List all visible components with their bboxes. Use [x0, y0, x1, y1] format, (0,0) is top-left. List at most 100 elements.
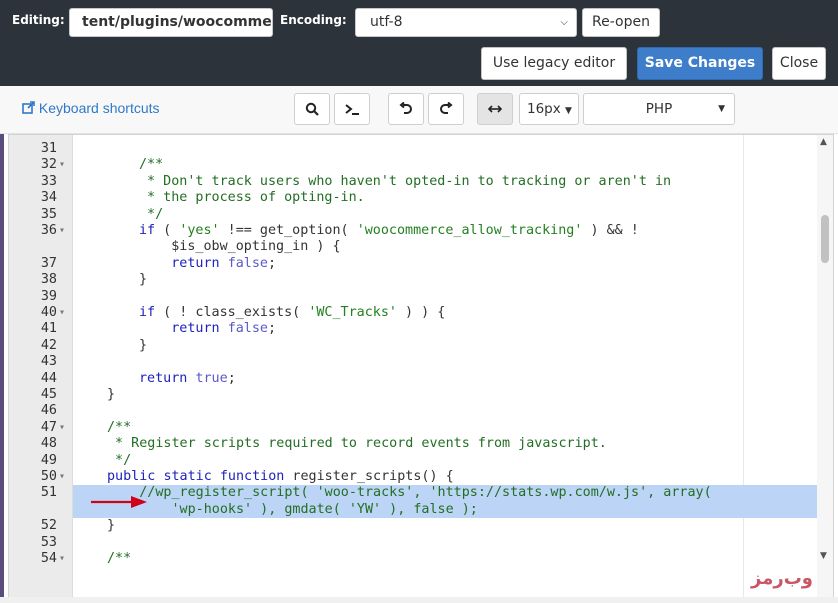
watermark-text: وب‌رمز	[751, 568, 813, 589]
bottom-strip	[0, 597, 838, 603]
reopen-button[interactable]: Re-open	[582, 8, 660, 37]
code-text: }	[107, 518, 116, 534]
line-number: 44	[40, 370, 57, 386]
code-line[interactable]: 35 */	[9, 207, 819, 223]
code-line[interactable]: 37 return false;	[9, 256, 819, 272]
code-line[interactable]: 48 * Register scripts required to record…	[9, 436, 819, 452]
code-line[interactable]: 36 ▾ if ( 'yes' !== get_option( 'woocommer…	[9, 223, 819, 239]
line-number: 32	[40, 157, 57, 173]
code-text: }	[139, 337, 148, 353]
code-line[interactable]: 41 return false;	[9, 321, 819, 337]
chevron-down-icon: ⌵	[560, 17, 568, 28]
code-line[interactable]: 'wp-hooks' ), gmdate( 'YW' ), false );	[73, 501, 819, 519]
search-icon	[305, 102, 319, 116]
code-line[interactable]: 54 ▾ /**	[9, 551, 819, 567]
code-line[interactable]: 38}	[9, 272, 819, 288]
code-text: if ( 'yes' !== get_option( 'woocommerce_…	[139, 223, 639, 238]
code-line[interactable]: 46	[9, 403, 819, 419]
line-number: 40	[40, 305, 57, 320]
legacy-editor-button[interactable]: Use legacy editor	[481, 47, 627, 80]
line-number: 54	[40, 551, 57, 566]
chevron-down-icon: ▼	[565, 106, 572, 116]
fold-toggle-icon[interactable]: ▾	[59, 420, 65, 436]
fold-toggle-icon[interactable]: ▾	[59, 469, 65, 485]
fold-toggle-icon[interactable]: ▾	[59, 305, 65, 321]
encoding-value: utf-8	[370, 14, 403, 30]
line-number: 49	[40, 452, 57, 468]
code-line[interactable]: 32 ▾ /**	[9, 157, 819, 173]
line-number: 52	[40, 518, 57, 534]
encoding-label: Encoding:	[280, 13, 347, 27]
code-text: public static function register_scripts(…	[107, 469, 454, 484]
language-value: PHP	[645, 101, 673, 117]
code-line[interactable]: 31	[9, 141, 819, 157]
editing-label: Editing:	[12, 13, 65, 27]
external-link-icon	[22, 101, 35, 114]
line-number: 34	[40, 190, 57, 206]
fold-toggle-icon[interactable]: ▾	[59, 551, 65, 567]
code-text: $is_obw_opting_in ) {	[139, 239, 341, 255]
undo-icon	[399, 101, 412, 114]
code-text: 'wp-hooks' ), gmdate( 'YW' ), false );	[107, 501, 478, 517]
keyboard-shortcuts-label: Keyboard shortcuts	[38, 100, 160, 116]
code-line[interactable]: 50 ▾ public static function register_scrip…	[9, 469, 819, 485]
chevron-down-icon: ▼	[718, 104, 725, 114]
code-line[interactable]: 52}	[9, 518, 819, 534]
font-size-value: 16px	[527, 101, 561, 117]
code-editor[interactable]: 31 32 ▾/** 33 * Don't track users who haven…	[8, 134, 834, 598]
code-line[interactable]: 45}	[9, 387, 819, 403]
line-number: 38	[40, 272, 57, 288]
editor-toolbar: Keyboard shortcuts 16px ▼ PHP ▼	[0, 86, 838, 134]
code-text: return false;	[171, 255, 277, 271]
code-text: * the process of opting-in.	[139, 190, 365, 206]
line-number: 35	[40, 206, 57, 222]
undo-button[interactable]	[388, 93, 424, 125]
scroll-up-icon[interactable]: ▲	[820, 137, 827, 147]
line-number: 45	[40, 387, 57, 402]
file-path-field[interactable]: tent/plugins/woocomme	[69, 8, 273, 37]
fold-toggle-icon[interactable]: ▾	[59, 223, 65, 239]
line-number: 41	[40, 321, 57, 337]
code-line[interactable]: 42}	[9, 338, 819, 354]
code-text: }	[107, 387, 116, 402]
code-line[interactable]: 33 * Don't track users who haven't opted…	[9, 174, 819, 190]
line-number: 33	[40, 173, 57, 189]
code-line[interactable]: 39	[9, 289, 819, 305]
scrollbar-thumb[interactable]	[821, 215, 829, 263]
close-button[interactable]: Close	[772, 47, 826, 80]
search-button[interactable]	[294, 93, 330, 125]
scroll-down-icon[interactable]: ▼	[820, 551, 827, 561]
vertical-scrollbar[interactable]: ▲ ▼	[817, 135, 833, 597]
code-line[interactable]: 43	[9, 354, 819, 370]
code-text: }	[139, 272, 148, 288]
line-number: 42	[40, 337, 57, 353]
watermark: وب‌رمز	[751, 568, 813, 589]
code-line[interactable]: 47 ▾ /**	[9, 420, 819, 436]
code-text: */	[107, 452, 132, 468]
code-line[interactable]: 53	[9, 535, 819, 551]
goto-line-button[interactable]	[334, 93, 370, 125]
code-line[interactable]: 34 * the process of opting-in.	[9, 190, 819, 206]
line-number: 53	[40, 534, 57, 550]
save-changes-button[interactable]: Save Changes	[637, 47, 763, 80]
redo-button[interactable]	[428, 93, 464, 125]
language-select[interactable]: PHP ▼	[583, 93, 735, 125]
line-number: 50	[40, 469, 57, 484]
code-line[interactable]: $is_obw_opting_in ) {	[9, 239, 819, 255]
word-wrap-toggle[interactable]	[477, 93, 513, 125]
top-toolbar: Editing: tent/plugins/woocomme Encoding:…	[0, 0, 838, 86]
font-size-select[interactable]: 16px ▼	[519, 93, 579, 125]
line-number: 36	[40, 223, 57, 238]
code-line[interactable]: 51 //wp_register_script( 'woo-tracks', '…	[41, 485, 819, 502]
red-arrow-annotation	[91, 496, 147, 508]
keyboard-shortcuts-link[interactable]: Keyboard shortcuts	[22, 100, 160, 116]
code-line[interactable]: 44 return true;	[9, 371, 819, 387]
encoding-select[interactable]: utf-8 ⌵	[355, 8, 577, 37]
code-text: if ( ! class_exists( 'WC_Tracks' ) ) {	[139, 305, 446, 320]
code-line[interactable]: 40 ▾ if ( ! class_exists( 'WC_Tracks' ) ) …	[9, 305, 819, 321]
line-number: 51	[40, 485, 57, 501]
code-line[interactable]: 49 */	[9, 453, 819, 469]
fold-toggle-icon[interactable]: ▾	[59, 157, 65, 173]
redo-icon	[440, 101, 453, 114]
terminal-icon	[345, 104, 359, 115]
